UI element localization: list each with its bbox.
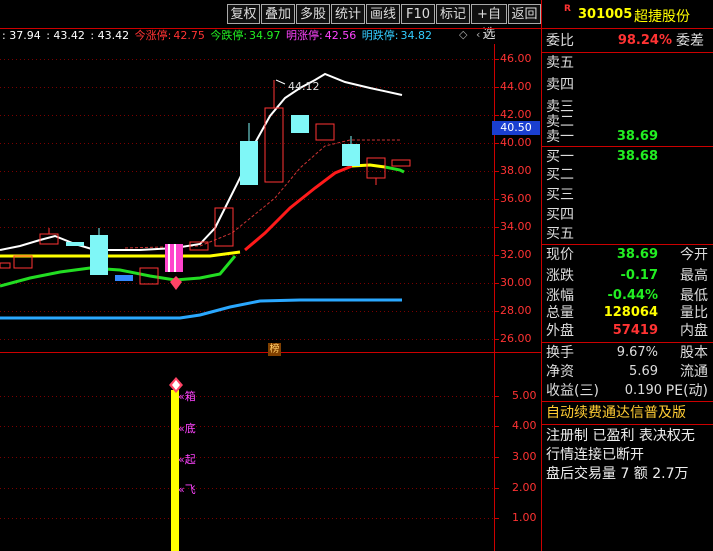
sell-4-row: 卖四 xyxy=(546,74,712,96)
quote-row-change: 涨跌 -0.17 最高 xyxy=(546,265,712,287)
indicator-tick: 1.00 xyxy=(512,511,537,524)
price-tick: 42.00 xyxy=(500,108,532,121)
weibi-row: 委比 98.24% 委差 xyxy=(546,30,712,52)
finance-row-eps: 收益(三) 0.190 PE(动) xyxy=(546,380,712,402)
bang-icon[interactable]: 榜 xyxy=(268,343,281,356)
price-tick: 36.00 xyxy=(500,192,532,205)
indicator-tick: 3.00 xyxy=(512,450,537,463)
stock-code: 301005 xyxy=(578,7,633,22)
price-tick: 28.00 xyxy=(500,304,532,317)
indicator-tick: 4.00 xyxy=(512,419,537,432)
kline-chart[interactable] xyxy=(0,28,541,551)
finance-label: 收益(三) xyxy=(546,383,599,399)
indicator-bar xyxy=(171,390,179,551)
quote-value: -0.17 xyxy=(620,268,658,283)
current-price-tag: 40.50 xyxy=(492,121,540,135)
stock-name: 超捷股份 xyxy=(634,9,690,25)
add-watchlist-button[interactable]: +自选 xyxy=(471,4,507,42)
price-tick: 26.00 xyxy=(500,332,532,345)
ma-line-red xyxy=(244,164,353,252)
order-label: 卖一 xyxy=(546,129,574,145)
toolbar: 复权 叠加 多股 统计 画线 F10 标记 +自选 返回 xyxy=(0,0,541,42)
f10-button[interactable]: F10 xyxy=(401,4,435,24)
quote-label: 外盘 xyxy=(546,323,574,339)
quote-panel: R 301005 超捷股份 委比 98.24% 委差 卖五 卖四 卖三 卖二 卖… xyxy=(541,0,713,551)
weibi-label: 委比 xyxy=(546,33,574,49)
quote-label2: 今开 xyxy=(680,247,708,263)
peak-price-label: 44.12 xyxy=(288,80,320,93)
order-label: 买三 xyxy=(546,187,574,203)
order-label: 买二 xyxy=(546,167,574,183)
quote-label: 涨跌 xyxy=(546,268,574,284)
price-tick: 40.00 xyxy=(500,136,532,149)
auto-renew-link[interactable]: 自动续费通达信普及版 xyxy=(546,402,712,424)
quote-row-outer: 外盘 57419 内盘 xyxy=(546,320,712,342)
quote-value: 57419 xyxy=(612,323,658,338)
statistics-button[interactable]: 统计 xyxy=(331,4,365,24)
buy-5-row: 买五 xyxy=(546,223,712,245)
after-hours-volume: 盘后交易量 7 额 2.7万 xyxy=(546,466,689,482)
stock-title: R 301005 超捷股份 xyxy=(542,0,713,28)
weicha-label: 委差 xyxy=(676,33,704,49)
multi-stock-button[interactable]: 多股 xyxy=(296,4,330,24)
price-tick: 32.00 xyxy=(500,248,532,261)
order-label: 卖四 xyxy=(546,77,574,93)
price-tick: 38.00 xyxy=(500,164,532,177)
fuquan-button[interactable]: 复权 xyxy=(227,4,260,24)
ma-line-white xyxy=(0,72,403,251)
ma-line-blue xyxy=(0,298,402,320)
order-price: 38.69 xyxy=(616,129,658,144)
buy-2-row: 买二 xyxy=(546,164,712,186)
price-tick: 34.00 xyxy=(500,220,532,233)
order-label: 卖五 xyxy=(546,55,574,71)
quote-label2: 最高 xyxy=(680,268,708,284)
finance-label2: PE(动) xyxy=(665,383,708,399)
price-tick: 46.00 xyxy=(500,52,532,65)
weibi-value: 98.24% xyxy=(617,33,672,48)
signal-bottom-label: «底 xyxy=(178,422,196,435)
buy-3-row: 买三 xyxy=(546,184,712,206)
ma-line-green xyxy=(0,255,237,288)
quote-row-price: 现价 38.69 今开 xyxy=(546,244,712,266)
signal-box-label: «箱 xyxy=(178,390,196,403)
signal-fly-label: «飞 xyxy=(178,483,196,496)
finance-value: 0.190 xyxy=(624,383,662,398)
ma-line-yellow xyxy=(0,250,241,258)
sell-5-row: 卖五 xyxy=(546,52,712,74)
indicator-tick: 5.00 xyxy=(512,389,537,402)
stock-badge: R xyxy=(564,4,571,14)
indicator-tick: 2.00 xyxy=(512,481,537,494)
quote-label: 现价 xyxy=(546,247,574,263)
price-tick: 30.00 xyxy=(500,276,532,289)
mark-button[interactable]: 标记 xyxy=(436,4,470,24)
quote-label2: 内盘 xyxy=(680,323,708,339)
price-tick: 44.00 xyxy=(500,80,532,93)
order-label: 买五 xyxy=(546,226,574,242)
overlay-button[interactable]: 叠加 xyxy=(261,4,295,24)
quote-value: 38.69 xyxy=(616,247,658,262)
candles xyxy=(0,80,411,285)
draw-line-button[interactable]: 画线 xyxy=(366,4,400,24)
back-button[interactable]: 返回 xyxy=(508,4,541,24)
signal-rise-label: «起 xyxy=(178,453,196,466)
sell-1-row: 卖一 38.69 xyxy=(546,126,712,148)
